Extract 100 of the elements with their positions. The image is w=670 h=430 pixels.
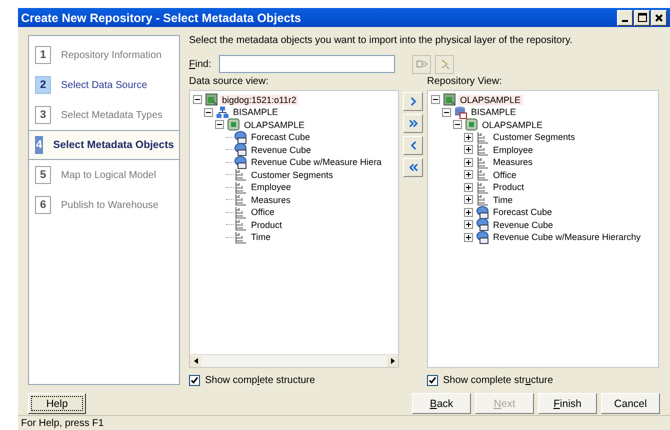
tree-item[interactable]: Office (249, 207, 276, 218)
collapse-toggle[interactable] (204, 108, 213, 117)
plus-icon (466, 210, 471, 215)
dimension-icon (476, 193, 489, 206)
add-all-button[interactable] (403, 114, 423, 134)
server-icon (443, 93, 456, 106)
tree-item[interactable]: Forecast Cube (249, 132, 312, 142)
tree-item[interactable]: Measures (249, 194, 293, 205)
tree-item[interactable]: Time (249, 232, 273, 242)
tree-item[interactable]: OLAPSAMPLE (480, 120, 545, 130)
cube-icon (476, 230, 489, 244)
step-number: 5 (35, 166, 51, 184)
expand-toggle[interactable] (464, 220, 473, 230)
tree-item[interactable]: Revenue Cube w/Measure Hiera (249, 157, 384, 168)
dimension-icon (234, 206, 247, 219)
tree-item[interactable]: Product (249, 220, 284, 230)
dialog-button[interactable]: Cancel (601, 393, 660, 414)
remove-all-button[interactable] (403, 158, 423, 178)
catalog-icon (465, 118, 478, 132)
horizontal-scrollbar[interactable] (190, 354, 398, 368)
expand-toggle[interactable] (464, 158, 473, 167)
wizard-step[interactable]: 4 Select Metadata Objects (29, 130, 179, 160)
step-label: Repository Information (61, 50, 162, 61)
close-button[interactable] (651, 10, 667, 26)
dimension-icon (234, 168, 247, 182)
tree-item[interactable]: Employee (491, 144, 536, 155)
minus-icon (195, 97, 200, 102)
collapse-toggle[interactable] (431, 95, 440, 104)
tree-item[interactable]: bigdog:1521:o11r2 (220, 94, 298, 105)
remove-button[interactable] (403, 136, 423, 156)
plus-icon (466, 172, 471, 178)
expand-toggle[interactable] (464, 132, 473, 142)
step-number: 1 (35, 46, 51, 64)
find-input[interactable] (219, 55, 396, 74)
scroll-right-button[interactable] (387, 356, 398, 367)
tree-item[interactable]: Time (491, 194, 515, 205)
expand-toggle[interactable] (464, 145, 473, 154)
dimension-icon (476, 168, 489, 182)
plus-icon (466, 197, 471, 202)
tree-item[interactable]: Office (491, 170, 518, 180)
cube-icon (476, 218, 489, 232)
dialog-button[interactable]: Back (412, 393, 471, 414)
collapse-toggle[interactable] (193, 95, 202, 104)
dimension-icon (476, 180, 489, 194)
tree-item[interactable]: Product (491, 182, 526, 192)
expand-toggle[interactable] (464, 170, 473, 180)
find-label: Find: (189, 58, 212, 70)
cube-icon (476, 206, 489, 219)
tree-item[interactable]: BISAMPLE (469, 107, 518, 118)
tree-item[interactable]: Revenue Cube w/Measure Hierarchy (491, 232, 643, 242)
plus-icon (466, 160, 471, 165)
expand-toggle[interactable] (464, 232, 473, 242)
cube-icon (234, 143, 247, 156)
catalog-icon (227, 118, 240, 132)
status-bar: For Help, press F1 (18, 415, 670, 430)
cube-icon (234, 130, 247, 144)
step-label: Publish to Warehouse (61, 200, 158, 211)
window-title: Create New Repository - Select Metadata Objects (21, 10, 302, 25)
tree-item[interactable]: BISAMPLE (231, 107, 280, 118)
tree-item[interactable]: OLAPSAMPLE (458, 94, 523, 105)
expand-toggle[interactable] (464, 182, 473, 192)
dialog-button[interactable]: Finish (538, 393, 597, 414)
tree-item[interactable]: Employee (249, 182, 294, 192)
maximize-button[interactable] (634, 10, 650, 26)
database-icon (454, 106, 467, 119)
minus-icon (206, 110, 211, 115)
tree-item[interactable]: Measures (491, 157, 535, 168)
step-label: Map to Logical Model (61, 170, 156, 181)
expand-toggle[interactable] (464, 208, 473, 217)
checkbox-label[interactable]: Show complete structure (205, 374, 316, 386)
add-button[interactable] (403, 92, 423, 112)
collapse-toggle[interactable] (215, 120, 224, 130)
help-button[interactable]: Help (28, 393, 86, 414)
pane-label: Data source view: (189, 76, 270, 88)
tree-item[interactable]: Customer Segments (249, 170, 336, 180)
dimension-icon (234, 180, 247, 194)
checkbox-label[interactable]: Show complete structure (443, 374, 554, 386)
collapse-toggle[interactable] (442, 108, 451, 117)
expand-toggle[interactable] (464, 195, 473, 204)
tree-item[interactable]: Revenue Cube (491, 220, 556, 230)
tree-item[interactable]: OLAPSAMPLE (242, 120, 307, 130)
tree-item[interactable]: Forecast Cube (491, 207, 554, 218)
minimize-icon (622, 20, 628, 22)
dimension-icon (234, 230, 247, 244)
checkbox[interactable] (189, 374, 200, 386)
collapse-toggle[interactable] (453, 120, 462, 130)
scroll-left-button[interactable] (190, 356, 201, 367)
minus-icon (455, 122, 460, 128)
tree-item[interactable]: Customer Segments (491, 132, 578, 142)
left-triangle-icon (194, 358, 198, 364)
checkbox[interactable] (427, 374, 438, 386)
minus-icon (444, 110, 449, 115)
plus-icon (466, 134, 471, 140)
tree-item[interactable]: Revenue Cube (249, 144, 314, 155)
step-number: 3 (35, 106, 51, 124)
minimize-button[interactable] (617, 10, 633, 26)
step-number: 6 (35, 196, 51, 214)
checkmark-icon (191, 376, 198, 384)
dimension-icon (476, 130, 489, 144)
plus-icon (466, 147, 471, 152)
